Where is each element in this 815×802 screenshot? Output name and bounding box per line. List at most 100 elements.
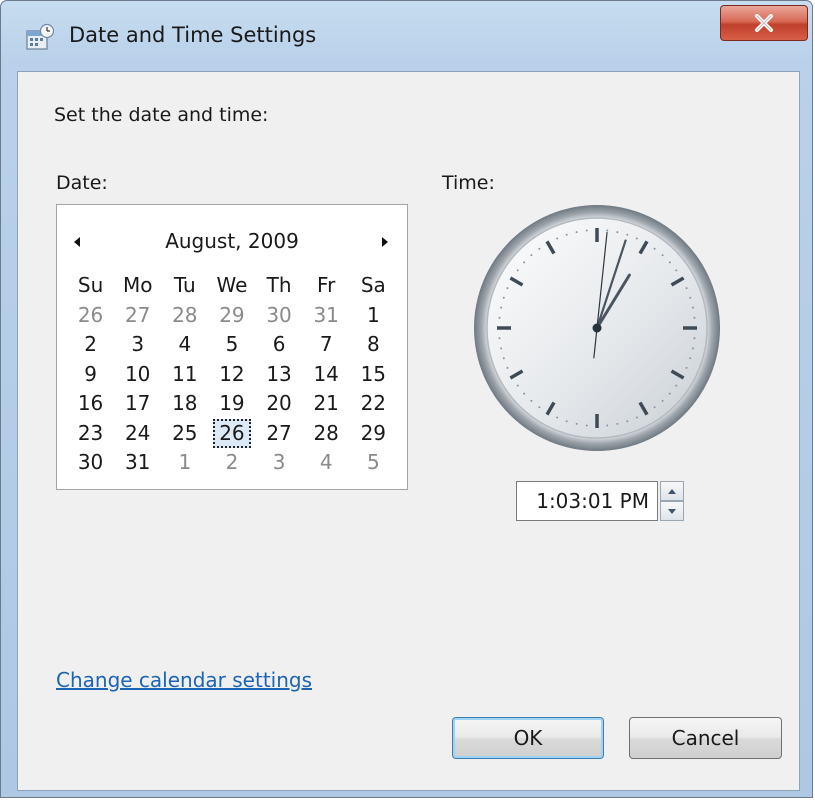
calendar-day[interactable]: 30 bbox=[67, 448, 114, 478]
clock-minute-dot bbox=[506, 287, 509, 290]
calendar-day[interactable]: 2 bbox=[67, 330, 114, 360]
clock-minute-dot bbox=[635, 237, 638, 240]
clock-minute-dot bbox=[668, 261, 671, 264]
calendar-day[interactable]: 31 bbox=[114, 448, 161, 478]
calendar-day[interactable]: 9 bbox=[67, 360, 114, 390]
calendar-day[interactable]: 27 bbox=[256, 419, 303, 449]
calendar-day[interactable]: 2 bbox=[208, 448, 255, 478]
calendar-day[interactable]: 31 bbox=[303, 301, 350, 331]
clock-minute-dot bbox=[565, 233, 568, 236]
close-icon bbox=[755, 14, 773, 32]
calendar-day[interactable]: 24 bbox=[114, 419, 161, 449]
clock-minute-dot bbox=[502, 357, 505, 360]
calendar-day[interactable]: 1 bbox=[350, 301, 397, 331]
weekday-header: Fr bbox=[317, 273, 336, 297]
change-calendar-settings-link[interactable]: Change calendar settings bbox=[56, 668, 312, 692]
calendar-day[interactable]: 6 bbox=[256, 330, 303, 360]
weekday-header: Th bbox=[266, 273, 292, 297]
clock-minute-dot bbox=[661, 399, 664, 402]
calendar-day[interactable]: 21 bbox=[303, 389, 350, 419]
clock-minute-dot bbox=[616, 422, 619, 425]
calendar-day[interactable]: 26 bbox=[67, 301, 114, 331]
calendar-day[interactable]: 15 bbox=[350, 360, 397, 390]
time-input[interactable]: 1:03:01 PM bbox=[516, 481, 658, 521]
clock-minute-dot bbox=[575, 422, 578, 425]
clock-minute-dot bbox=[668, 392, 671, 395]
clock-minute-dot bbox=[500, 347, 503, 350]
calendar-day[interactable]: 10 bbox=[114, 360, 161, 390]
ok-button[interactable]: OK bbox=[452, 717, 604, 759]
clock-minute-dot bbox=[606, 424, 609, 427]
calendar-day[interactable]: 27 bbox=[114, 301, 161, 331]
calendar-day[interactable]: 1 bbox=[161, 448, 208, 478]
calendar-week-row: 30 31 1 2 3 4 5 bbox=[67, 448, 397, 478]
calendar-day[interactable]: 29 bbox=[208, 301, 255, 331]
calendar-week-row: 23 24 25 26 27 28 29 bbox=[67, 418, 397, 449]
calendar-week-row: 9 10 11 12 13 14 15 bbox=[67, 360, 397, 390]
clock-minute-dot bbox=[516, 384, 519, 387]
calendar-day-selected[interactable]: 26 bbox=[208, 418, 255, 449]
calendar-week-row: 16 17 18 19 20 21 22 bbox=[67, 389, 397, 419]
clock-center-pin bbox=[592, 323, 602, 333]
clock-minute-dot bbox=[689, 357, 692, 360]
calendar-day[interactable]: 8 bbox=[350, 330, 397, 360]
clock-minute-dot bbox=[675, 269, 678, 272]
calendar-day[interactable]: 16 bbox=[67, 389, 114, 419]
clock-minute-dot bbox=[691, 306, 694, 309]
calendar-day[interactable]: 22 bbox=[350, 389, 397, 419]
title-bar[interactable]: Date and Time Settings bbox=[1, 1, 812, 71]
window-title: Date and Time Settings bbox=[69, 23, 317, 47]
date-label: Date: bbox=[56, 172, 108, 194]
calendar-week-row: 2345678 bbox=[67, 330, 397, 360]
clock-minute-dot bbox=[556, 237, 559, 240]
weekday-header: We bbox=[216, 273, 248, 297]
clock-minute-dot bbox=[530, 399, 533, 402]
clock-minute-dot bbox=[565, 420, 568, 423]
triangle-right-icon[interactable] bbox=[379, 235, 391, 249]
clock-minute-dot bbox=[506, 366, 509, 369]
clock-minute-dot bbox=[523, 392, 526, 395]
calendar-day[interactable]: 3 bbox=[114, 330, 161, 360]
calendar-day[interactable]: 4 bbox=[161, 330, 208, 360]
calendar-day[interactable]: 5 bbox=[208, 330, 255, 360]
clock-minute-dot bbox=[685, 287, 688, 290]
calendar-day[interactable]: 23 bbox=[67, 419, 114, 449]
clock-minute-dot bbox=[585, 229, 588, 232]
calendar-day[interactable]: 7 bbox=[303, 330, 350, 360]
time-spinner[interactable] bbox=[660, 481, 684, 521]
calendar-week-row: 26 27 28 29 30 31 1 bbox=[67, 301, 397, 331]
calendar-day[interactable]: 4 bbox=[303, 448, 350, 478]
clock-minute-dot bbox=[635, 416, 638, 419]
weekday-header: Mo bbox=[122, 273, 153, 297]
cancel-button[interactable]: Cancel bbox=[629, 717, 782, 759]
spin-down-icon bbox=[668, 508, 676, 514]
calendar-day[interactable]: 30 bbox=[256, 301, 303, 331]
calendar-day[interactable]: 28 bbox=[303, 419, 350, 449]
calendar-day[interactable]: 20 bbox=[256, 389, 303, 419]
calendar-day[interactable]: 11 bbox=[161, 360, 208, 390]
calendar-day[interactable]: 18 bbox=[161, 389, 208, 419]
spin-up-icon bbox=[668, 488, 676, 494]
calendar-day[interactable]: 13 bbox=[256, 360, 303, 390]
clock-minute-dot bbox=[498, 337, 501, 340]
calendar-day[interactable]: 14 bbox=[303, 360, 350, 390]
clock-minute-dot bbox=[516, 269, 519, 272]
clock-minute-dot bbox=[500, 306, 503, 309]
calendar-day[interactable]: 19 bbox=[208, 389, 255, 419]
spin-down-button[interactable] bbox=[660, 501, 684, 521]
calendar-day[interactable]: 17 bbox=[114, 389, 161, 419]
clock-minute-dot bbox=[653, 406, 656, 409]
spin-up-button[interactable] bbox=[660, 481, 684, 501]
calendar-day[interactable]: 3 bbox=[256, 448, 303, 478]
calendar-day-grid: Su Mo Tu We Th Fr Sa 26 27 28 29 30 31 1 2 3 4 5 6 7 8 9 10 11 1… bbox=[67, 271, 397, 478]
calendar-day[interactable]: 29 bbox=[350, 419, 397, 449]
month-calendar[interactable]: August, 2009 Su Mo Tu We Th Fr Sa 26 27 28 29 30 31 1… bbox=[56, 204, 408, 490]
calendar-month-title[interactable]: August, 2009 bbox=[57, 229, 407, 253]
calendar-day[interactable]: 12 bbox=[208, 360, 255, 390]
clock-minute-dot bbox=[530, 254, 533, 257]
calendar-day[interactable]: 25 bbox=[161, 419, 208, 449]
weekday-header: Tu bbox=[173, 273, 196, 297]
close-button[interactable] bbox=[720, 5, 808, 41]
calendar-day[interactable]: 28 bbox=[161, 301, 208, 331]
calendar-day[interactable]: 5 bbox=[350, 448, 397, 478]
